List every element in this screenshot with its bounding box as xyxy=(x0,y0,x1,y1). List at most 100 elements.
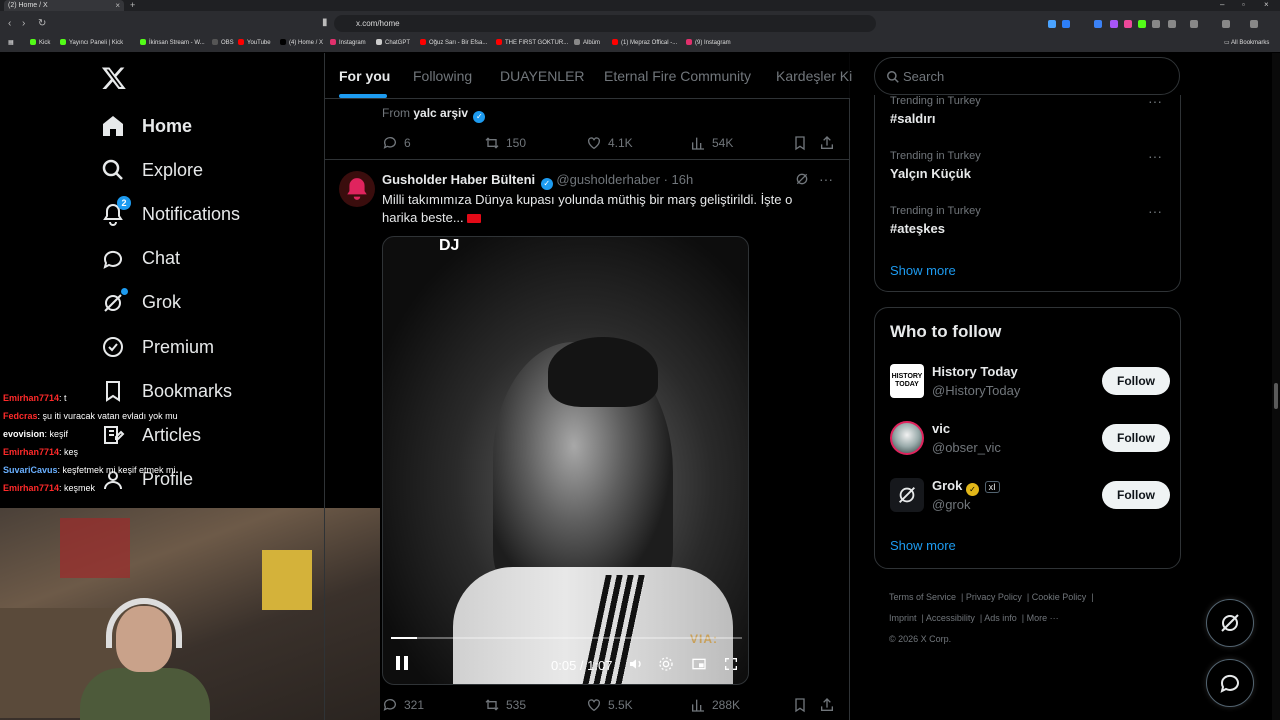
from-name[interactable]: yalc arşiv xyxy=(413,106,468,120)
repost-button[interactable]: 535 xyxy=(484,697,526,713)
nav-item-notifications[interactable]: 2 Notifications xyxy=(101,194,240,234)
bookmark-item[interactable]: THE FIRST GOKTUR... xyxy=(496,39,568,46)
footer-link[interactable]: Accessibility xyxy=(926,613,975,623)
extension-icon[interactable] xyxy=(1168,20,1176,28)
nav-item-chat[interactable]: Chat xyxy=(101,239,180,279)
extension-icon[interactable] xyxy=(1190,20,1198,28)
footer-link[interactable]: More ··· xyxy=(1027,613,1059,623)
extension-icon[interactable] xyxy=(1110,20,1118,28)
trend-item[interactable]: Trending in Turkey Yalçın Küçük ··· xyxy=(890,148,1170,181)
forward-icon[interactable]: › xyxy=(22,18,25,29)
apps-icon[interactable]: ▦ xyxy=(8,39,14,46)
follow-button[interactable]: Follow xyxy=(1102,367,1170,395)
grok-explain-icon[interactable] xyxy=(794,171,810,192)
views-button[interactable]: 54K xyxy=(690,135,733,151)
nav-item-grok[interactable]: Grok xyxy=(101,283,181,323)
more-options-icon[interactable]: ··· xyxy=(1148,203,1162,219)
extension-icon[interactable] xyxy=(1062,20,1070,28)
footer-link[interactable]: Terms of Service xyxy=(889,592,956,602)
like-button[interactable]: 5.5K xyxy=(586,697,633,713)
extension-icon[interactable] xyxy=(1250,20,1258,28)
messages-fab[interactable] xyxy=(1206,659,1254,707)
more-options-icon[interactable]: ··· xyxy=(819,171,833,187)
tab-following[interactable]: Following xyxy=(413,68,472,84)
tab-duayenler[interactable]: DUAYENLER xyxy=(500,68,585,84)
extension-icon[interactable] xyxy=(1124,20,1132,28)
tweet-avatar[interactable] xyxy=(339,171,375,207)
more-options-icon[interactable]: ··· xyxy=(1148,93,1162,109)
follow-suggestion[interactable]: Grok ✓ xI @grok Follow xyxy=(890,478,1170,518)
new-tab-icon[interactable]: + xyxy=(130,0,135,10)
views-button[interactable]: 288K xyxy=(690,697,740,713)
bookmark-item[interactable]: (4) Home / X xyxy=(280,39,323,46)
grok-fab[interactable] xyxy=(1206,599,1254,647)
share-button[interactable] xyxy=(819,697,841,713)
bookmark-item[interactable]: Instagram xyxy=(330,39,366,46)
extension-icon[interactable] xyxy=(1222,20,1230,28)
bookmark-button[interactable] xyxy=(792,135,814,151)
share-button[interactable] xyxy=(819,135,841,151)
bookmark-item[interactable]: (1) Mepraz Offical -... xyxy=(612,39,677,46)
reply-button[interactable]: 321 xyxy=(382,697,424,713)
reload-icon[interactable]: ↻ xyxy=(38,18,46,29)
page-scrollbar[interactable] xyxy=(1272,53,1280,720)
nav-item-home[interactable]: Home xyxy=(101,106,192,146)
extension-icon[interactable] xyxy=(1048,20,1056,28)
bookmark-item[interactable]: (9) Instagram xyxy=(686,39,731,46)
footer-link[interactable]: Cookie Policy xyxy=(1032,592,1087,602)
minimize-icon[interactable]: – xyxy=(1220,0,1224,9)
follow-suggestion[interactable]: HISTORY TODAY History Today @HistoryToda… xyxy=(890,364,1170,404)
volume-icon[interactable] xyxy=(627,656,645,675)
wtf-show-more-link[interactable]: Show more xyxy=(890,538,956,553)
browser-tab[interactable]: (2) Home / X × xyxy=(4,0,124,11)
fullscreen-icon[interactable] xyxy=(723,656,739,675)
follow-button[interactable]: Follow xyxy=(1102,481,1170,509)
bookmark-item[interactable]: Oğuz Sarı - Bir Efsa... xyxy=(420,39,487,46)
back-icon[interactable]: ‹ xyxy=(8,18,11,29)
pause-icon[interactable] xyxy=(395,655,409,674)
bookmark-item[interactable]: Kick xyxy=(30,39,50,46)
bookmark-item[interactable]: OBS xyxy=(212,39,234,46)
url-bar[interactable]: x.com/home xyxy=(334,15,876,32)
extension-icon[interactable] xyxy=(1138,20,1146,28)
bookmark-item[interactable]: YouTube xyxy=(238,39,271,46)
trends-show-more-link[interactable]: Show more xyxy=(890,263,956,278)
footer-link[interactable]: Ads info xyxy=(984,613,1017,623)
tweet-author-name[interactable]: Gusholder Haber Bülteni xyxy=(382,172,535,187)
follow-suggestion[interactable]: vic @obser_vic Follow xyxy=(890,421,1170,461)
extension-icon[interactable] xyxy=(1152,20,1160,28)
close-window-icon[interactable]: × xyxy=(1264,0,1269,9)
trend-item[interactable]: Trending in Turkey #saldırı ··· xyxy=(890,93,1170,126)
settings-gear-icon[interactable] xyxy=(658,656,674,675)
bookmark-item[interactable]: Yayıncı Paneli | Kick xyxy=(60,39,123,46)
more-options-icon[interactable]: ··· xyxy=(1148,148,1162,164)
footer-link[interactable]: Imprint xyxy=(889,613,917,623)
trend-item[interactable]: Trending in Turkey #ateşkes ··· xyxy=(890,203,1170,236)
pip-icon[interactable] xyxy=(691,656,707,675)
bookmark-button[interactable] xyxy=(792,697,814,713)
bookmark-item[interactable]: ChatGPT xyxy=(376,39,410,46)
tab-kardesler[interactable]: Kardeşler Ki xyxy=(776,68,852,84)
bookmark-page-icon[interactable]: ▮ xyxy=(322,17,328,28)
nav-item-explore[interactable]: Explore xyxy=(101,150,203,190)
search-input[interactable]: Search xyxy=(874,57,1180,95)
video-player[interactable]: DJ VIA: 0:05 / 1:07 xyxy=(382,236,749,685)
nav-item-premium[interactable]: Premium xyxy=(101,327,214,367)
bookmark-item[interactable]: İkinsan Stream - W... xyxy=(140,39,205,46)
tab-for-you[interactable]: For you xyxy=(339,68,390,84)
repost-button[interactable]: 150 xyxy=(484,135,526,151)
all-bookmarks[interactable]: ▭ All Bookmarks xyxy=(1224,39,1269,46)
bookmark-item[interactable]: Albüm xyxy=(574,39,600,46)
follow-button[interactable]: Follow xyxy=(1102,424,1170,452)
reply-button[interactable]: 6 xyxy=(382,135,411,151)
footer-link[interactable]: Privacy Policy xyxy=(966,592,1022,602)
video-progress-bar[interactable] xyxy=(391,637,742,639)
tab-close-icon[interactable]: × xyxy=(115,1,120,10)
x-logo-icon[interactable] xyxy=(101,65,127,98)
tweet-author-handle[interactable]: @gusholderhaber xyxy=(556,172,660,187)
extension-icon[interactable] xyxy=(1094,20,1102,28)
scrollbar-thumb[interactable] xyxy=(1274,383,1278,409)
maximize-icon[interactable]: ▫ xyxy=(1242,0,1245,9)
tab-eternal-fire[interactable]: Eternal Fire Community xyxy=(604,68,751,84)
like-button[interactable]: 4.1K xyxy=(586,135,633,151)
